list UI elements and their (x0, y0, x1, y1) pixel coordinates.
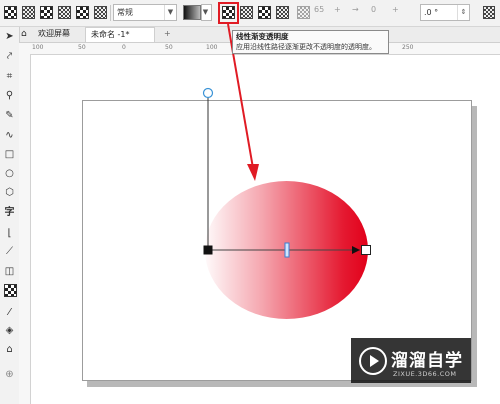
interactive-fill-tool-icon[interactable]: ◈ (3, 324, 16, 337)
tab-welcome-screen[interactable]: 欢迎屏幕 (33, 27, 75, 42)
watermark-url: ZIXUE.3D66.COM (393, 370, 457, 378)
tooltip-description: 应用沿线性路径逐渐更改不透明度的透明度。 (236, 43, 376, 51)
home-icon[interactable]: ⌂ (21, 27, 33, 42)
fountain-transparency-icon[interactable] (40, 6, 53, 19)
separator (110, 5, 111, 21)
linear-fountain-transparency-icon[interactable] (222, 6, 235, 19)
artistic-media-tool-icon[interactable]: ∿ (3, 129, 16, 142)
angle-value: .0 ° (424, 8, 439, 17)
transparency-tool-icon[interactable] (4, 284, 17, 297)
watermark-logo: 溜溜自学 ZIXUE.3D66.COM (351, 338, 471, 383)
ruler-tick: 250 (402, 44, 414, 51)
smart-fill-tool-icon[interactable]: ⌂ (3, 343, 16, 356)
gradient-swatch[interactable] (183, 5, 201, 20)
connector-tool-icon[interactable]: ⟋ (3, 245, 16, 258)
eyedropper-tool-icon[interactable]: ⁄ (3, 306, 16, 319)
watermark-brand: 溜溜自学 (391, 351, 463, 371)
freehand-tool-icon[interactable]: ✎ (3, 109, 16, 122)
elliptical-fountain-transparency-icon[interactable] (240, 6, 253, 19)
plus-icon[interactable]: + (334, 5, 341, 14)
text-tool-icon[interactable]: 字 (3, 206, 16, 219)
node-transparency-value[interactable]: 65 (314, 5, 324, 14)
pick-tool-icon[interactable]: ➤ (3, 30, 16, 43)
gradient-picker-dropdown[interactable]: ▼ (201, 4, 212, 21)
bitmap-pattern-transparency-icon[interactable] (76, 6, 89, 19)
uniform-transparency-icon[interactable] (22, 6, 35, 19)
drop-shadow-tool-icon[interactable]: ◫ (3, 265, 16, 278)
ruler-tick: 0 (122, 44, 126, 51)
merge-mode-value: 常规 (117, 8, 133, 17)
tooltip-title: 线性渐变透明度 (236, 32, 289, 41)
zoom-tool-icon[interactable]: ⚲ (3, 89, 16, 102)
ellipse-tool-icon[interactable]: ○ (3, 167, 16, 180)
rectangular-fountain-transparency-icon[interactable] (276, 6, 289, 19)
property-bar: 常规 ▼ ▼ 65 + → 0 + .0 ° ⇕ (0, 0, 500, 27)
tab-label: 欢迎屏幕 (38, 29, 70, 38)
vertical-ruler (19, 43, 31, 404)
polygon-tool-icon[interactable]: ⬡ (3, 186, 16, 199)
tab-untitled-1[interactable]: 未命名 -1* (85, 27, 155, 42)
add-tool-icon[interactable]: ⊕ (3, 368, 16, 381)
vector-pattern-transparency-icon[interactable] (58, 6, 71, 19)
rectangle-tool-icon[interactable]: □ (3, 148, 16, 161)
ruler-tick: 50 (165, 44, 173, 51)
tooltip: 线性渐变透明度 应用沿线性路径逐渐更改不透明度的透明度。 (232, 30, 389, 54)
toolbox: ➤ ⤤ ⌗ ⚲ ✎ ∿ □ ○ ⬡ 字 ⌊ ⟋ ◫ ⁄ ◈ ⌂ ⊕ (0, 27, 20, 404)
plus-icon[interactable]: + (392, 5, 399, 14)
node-position-value[interactable]: 0 (371, 5, 376, 14)
crop-tool-icon[interactable]: ⌗ (3, 70, 16, 83)
ruler-tick: 50 (78, 44, 86, 51)
no-transparency-icon[interactable] (4, 6, 17, 19)
angle-field[interactable]: .0 ° ⇕ (420, 4, 470, 21)
play-logo-icon (359, 347, 387, 375)
two-color-pattern-transparency-icon[interactable] (94, 6, 107, 19)
shape-tool-icon[interactable]: ⤤ (3, 50, 16, 63)
add-tab-button[interactable]: + (159, 27, 176, 42)
tab-label: 未命名 -1* (91, 30, 130, 39)
merge-mode-dropdown[interactable]: 常规 ▼ (113, 4, 177, 21)
ruler-tick: 100 (32, 44, 44, 51)
parallel-dimension-tool-icon[interactable]: ⌊ (3, 227, 16, 240)
node-transparency-icon (297, 6, 310, 19)
spinner-icon[interactable]: ⇕ (457, 5, 469, 20)
freeze-transparency-icon[interactable] (483, 6, 495, 19)
chevron-down-icon: ▼ (202, 8, 209, 16)
ruler-tick: 100 (206, 44, 218, 51)
conical-fountain-transparency-icon[interactable] (258, 6, 271, 19)
transparent-ellipse[interactable] (205, 181, 368, 319)
chevron-down-icon: ▼ (164, 5, 176, 20)
node-position-icon: → (352, 5, 359, 14)
